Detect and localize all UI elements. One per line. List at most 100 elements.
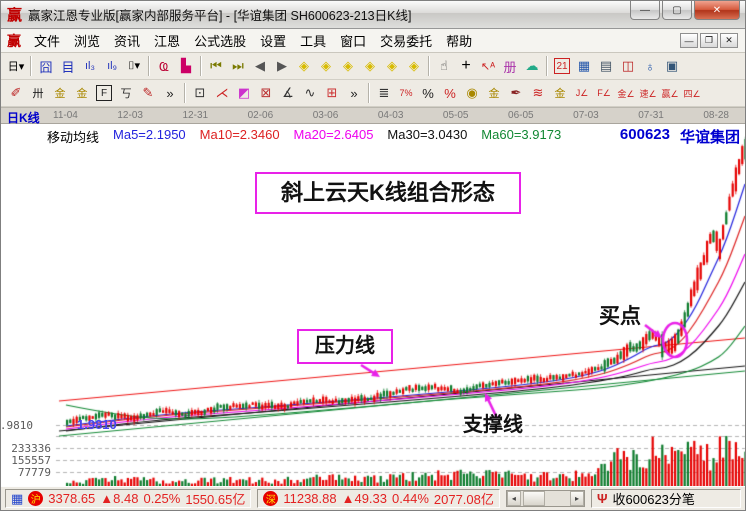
pointer-label-icon[interactable]: ↖ᴬ: [478, 55, 498, 77]
menu-item[interactable]: 帮助: [439, 29, 479, 52]
gold-circle-icon[interactable]: ◉: [462, 82, 482, 104]
stock-pick-icon[interactable]: Ҩ: [154, 55, 174, 77]
sz-index-change: ▲49.33: [342, 491, 387, 506]
price-scale-label: 1.9810: [0, 419, 33, 432]
toolbar-drawing: ✐卅金金F丂✎»⊡⋌◩⊠∡∿⊞»≣7%%%◉金✒≋金J∠F∠金∠速∠赢∠四∠: [1, 80, 745, 107]
gold-grid-icon[interactable]: 金: [50, 82, 70, 104]
candle-style-icon[interactable]: ⌷▾: [124, 55, 144, 77]
sh-index-amount: 1550.65亿: [185, 489, 245, 508]
mdi-restore-button[interactable]: ❐: [700, 33, 718, 48]
four-line-icon[interactable]: 四∠: [682, 82, 702, 104]
fan-grid-icon[interactable]: ⊠: [256, 82, 276, 104]
notes-icon[interactable]: ▤: [596, 55, 616, 77]
menu-item[interactable]: 浏览: [67, 29, 107, 52]
hand-tool-icon[interactable]: ☝: [434, 55, 454, 77]
calculator-icon[interactable]: ▦: [574, 55, 594, 77]
prev-bar-icon[interactable]: ◀: [250, 55, 270, 77]
menu-item[interactable]: 江恩: [147, 29, 187, 52]
menu-item[interactable]: 窗口: [333, 29, 373, 52]
gold-line2-icon[interactable]: 金: [550, 82, 570, 104]
menu-item[interactable]: 资讯: [107, 29, 147, 52]
sz-index-amount: 2077.08亿: [434, 489, 494, 508]
more-draw-icon[interactable]: »: [160, 82, 180, 104]
menu-item[interactable]: 文件: [27, 29, 67, 52]
menu-item[interactable]: 工具: [293, 29, 333, 52]
ink-pen-icon[interactable]: ✒: [506, 82, 526, 104]
zigzag-icon[interactable]: ∿: [300, 82, 320, 104]
app-logo-icon: 赢: [7, 4, 22, 25]
draw-chart-pen-icon[interactable]: ✎: [138, 82, 158, 104]
menu-item[interactable]: 交易委托: [373, 29, 439, 52]
gold-lines-icon[interactable]: 金: [484, 82, 504, 104]
current-price-tag: 1.9810: [77, 417, 117, 432]
ma-row-label: 移动均线: [47, 127, 99, 146]
shanghai-badge-icon: 沪: [28, 491, 43, 506]
zoom-right-icon[interactable]: ◈: [316, 55, 336, 77]
mdi-minimize-button[interactable]: —: [680, 33, 698, 48]
measure-box-icon[interactable]: ⊡: [190, 82, 210, 104]
sh-index-value: 3378.65: [48, 491, 95, 506]
zoom-fit-icon[interactable]: ◈: [404, 55, 424, 77]
gold-angle-icon[interactable]: 金∠: [616, 82, 636, 104]
menu-items: 文件浏览资讯江恩公式选股设置工具窗口交易委托帮助: [27, 29, 479, 52]
ma-indicator-row: 移动均线 Ma5=2.1950Ma10=2.3460Ma20=2.6405Ma3…: [47, 127, 561, 146]
next-bar-icon[interactable]: ▶: [272, 55, 292, 77]
wave-gold-icon[interactable]: ≋: [528, 82, 548, 104]
percent-line-icon[interactable]: %: [440, 82, 460, 104]
graph-window-icon[interactable]: 囧: [36, 55, 56, 77]
menu-bar: 赢 文件浏览资讯江恩公式选股设置工具窗口交易委托帮助 — ❐ ✕: [1, 29, 745, 53]
minimize-button[interactable]: —: [630, 1, 660, 20]
more-tools-icon[interactable]: »: [344, 82, 364, 104]
zoom-horizontal-icon[interactable]: ◈: [338, 55, 358, 77]
volume-scale-label: 77779: [0, 466, 51, 479]
win-line-icon[interactable]: 赢∠: [660, 82, 680, 104]
status-scrollbar[interactable]: ◂ ▸: [506, 490, 585, 507]
last-bar-icon[interactable]: ⏭: [228, 55, 248, 77]
cloud-analysis-icon[interactable]: ☁: [522, 55, 542, 77]
info-list-icon[interactable]: 目: [58, 55, 78, 77]
scroll-left-button[interactable]: ◂: [507, 491, 521, 506]
angle-line-icon[interactable]: ∡: [278, 82, 298, 104]
gold-grid2-icon[interactable]: 金: [72, 82, 92, 104]
period-selector-icon[interactable]: 日▾: [6, 55, 26, 77]
grid-30-icon[interactable]: 卅: [28, 82, 48, 104]
board-grid-icon[interactable]: ▦: [11, 491, 23, 507]
calendar-icon[interactable]: 21: [554, 58, 570, 74]
stock-code: 600623: [620, 126, 670, 147]
menu-item[interactable]: 公式选股: [187, 29, 253, 52]
j-line-icon[interactable]: J∠: [572, 82, 592, 104]
mdi-buttons: — ❐ ✕: [680, 33, 740, 48]
zoom-in-icon[interactable]: ◈: [360, 55, 380, 77]
cycle-grid-icon[interactable]: 丂: [116, 82, 136, 104]
window-title: 赢家江恩专业版[赢家内部服务平台] - [华谊集团 SH600623-213日K…: [28, 5, 411, 24]
f-grid-icon[interactable]: F: [96, 85, 112, 101]
volume-ladder-icon[interactable]: ≣: [374, 82, 394, 104]
zoom-left-icon[interactable]: ◈: [294, 55, 314, 77]
f-line-icon[interactable]: F∠: [594, 82, 614, 104]
ticker-text: 收600623分笔: [613, 489, 695, 508]
scroll-right-button[interactable]: ▸: [570, 491, 584, 506]
mdi-close-button[interactable]: ✕: [720, 33, 738, 48]
remote-pc-icon[interactable]: ▣: [662, 55, 682, 77]
minute-9-chart-icon[interactable]: ıl₉: [102, 55, 122, 77]
resistance-annotation-box: 压力线: [297, 329, 393, 364]
speed-line-icon[interactable]: 速∠: [638, 82, 658, 104]
draw-brush-icon[interactable]: ✐: [6, 82, 26, 104]
gann-module-icon[interactable]: 册: [500, 55, 520, 77]
gann-fan-icon[interactable]: ⋌: [212, 82, 232, 104]
percent-icon[interactable]: %: [418, 82, 438, 104]
close-button[interactable]: ✕: [694, 1, 740, 20]
color-histogram-icon[interactable]: ▙: [176, 55, 196, 77]
minute-3-chart-icon[interactable]: ıl₃: [80, 55, 100, 77]
red-grid-icon[interactable]: ⊞: [322, 82, 342, 104]
first-bar-icon[interactable]: ⏮: [206, 55, 226, 77]
fan-box-icon[interactable]: ◩: [234, 82, 254, 104]
maximize-button[interactable]: ▢: [662, 1, 692, 20]
crosshair-tool-icon[interactable]: +: [456, 55, 476, 77]
percent-7-icon[interactable]: 7%: [396, 82, 416, 104]
scroll-thumb[interactable]: [523, 491, 545, 506]
net-transfer-icon[interactable]: ♁: [640, 55, 660, 77]
save-icon[interactable]: ◫: [618, 55, 638, 77]
zoom-out-icon[interactable]: ◈: [382, 55, 402, 77]
menu-item[interactable]: 设置: [253, 29, 293, 52]
